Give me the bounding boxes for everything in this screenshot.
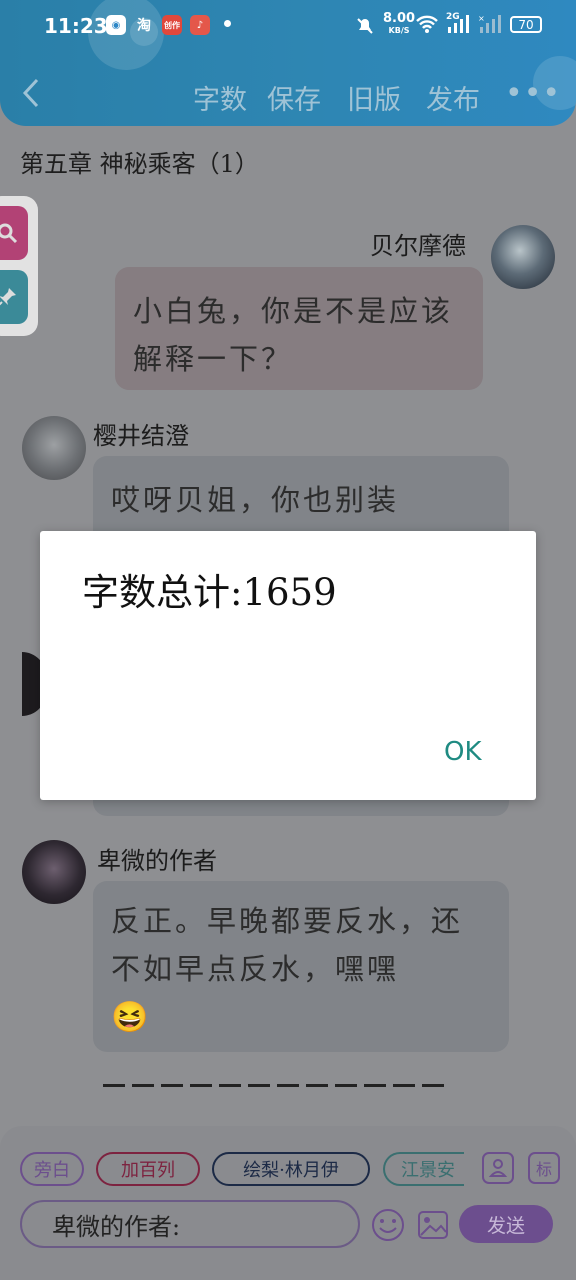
smiley-icon bbox=[372, 1209, 404, 1241]
save-button[interactable]: 保存 bbox=[267, 78, 321, 117]
back-button[interactable] bbox=[20, 78, 42, 108]
message-input[interactable]: 卑微的作者: bbox=[20, 1200, 360, 1248]
old-version-button[interactable]: 旧版 bbox=[347, 78, 401, 117]
role-chip-narrator[interactable]: 旁白 bbox=[20, 1152, 84, 1186]
tag-button[interactable]: 标 bbox=[528, 1152, 560, 1184]
search-icon bbox=[0, 223, 18, 244]
more-menu-button[interactable]: ••• bbox=[505, 76, 561, 111]
search-button[interactable] bbox=[0, 206, 28, 260]
creation-app-icon: 创作 bbox=[162, 15, 182, 35]
net-speed-unit: KB/S bbox=[388, 26, 410, 35]
role-chip-jiang-jingan[interactable]: 江景安 bbox=[383, 1152, 464, 1186]
svg-text:×: × bbox=[478, 14, 485, 23]
notification-dot bbox=[224, 20, 231, 27]
avatar[interactable] bbox=[491, 225, 555, 289]
sender-name: 卑微的作者 bbox=[97, 847, 217, 875]
message-text: 反正。早晚都要反水，还不如早点反水，嘿嘿 bbox=[111, 904, 464, 986]
pin-button[interactable] bbox=[0, 270, 28, 324]
word-count-button[interactable]: 字数 bbox=[193, 78, 247, 117]
image-icon bbox=[418, 1211, 448, 1239]
net-speed-value: 8.00 bbox=[383, 11, 416, 26]
message-bubble: 小白兔，你是不是应该解释一下？ bbox=[115, 267, 483, 390]
notification-app-icon: ◉ bbox=[106, 15, 126, 35]
net-speed: 8.00 KB/S bbox=[383, 11, 416, 37]
send-button[interactable]: 发送 bbox=[459, 1205, 553, 1243]
sender-name: 贝尔摩德 bbox=[370, 232, 466, 260]
chapter-title: 第五章 神秘乘客（1） bbox=[20, 150, 259, 178]
publish-button[interactable]: 发布 bbox=[426, 78, 480, 117]
music-icon: ♪ bbox=[190, 15, 210, 35]
dialog-message: 字数总计:1659 bbox=[82, 571, 337, 614]
person-icon[interactable] bbox=[482, 1152, 514, 1184]
signal-icon-secondary: × bbox=[478, 14, 504, 38]
taobao-icon: 淘 bbox=[137, 18, 151, 34]
mute-icon bbox=[355, 16, 375, 39]
role-chip-gabriel[interactable]: 加百列 bbox=[96, 1152, 200, 1186]
laughing-emoji-icon: 😆 bbox=[111, 1000, 149, 1035]
ok-button[interactable]: OK bbox=[438, 733, 488, 771]
section-divider bbox=[103, 1084, 449, 1087]
image-button[interactable] bbox=[416, 1208, 450, 1246]
avatar[interactable] bbox=[22, 416, 86, 480]
message-bubble: 反正。早晚都要反水，还不如早点反水，嘿嘿 😆 bbox=[93, 881, 509, 1052]
battery-indicator: 70 bbox=[510, 16, 542, 33]
pin-icon bbox=[0, 288, 16, 306]
status-time: 11:23 bbox=[44, 14, 108, 38]
avatar[interactable] bbox=[22, 840, 86, 904]
sender-name: 樱井结澄 bbox=[93, 422, 189, 450]
wifi-icon bbox=[415, 14, 439, 38]
role-chip-lin-yueyi[interactable]: 绘梨·林月伊 bbox=[212, 1152, 370, 1186]
chevron-left-icon bbox=[22, 78, 39, 108]
emoji-button[interactable] bbox=[371, 1208, 405, 1246]
signal-icon bbox=[446, 14, 472, 38]
